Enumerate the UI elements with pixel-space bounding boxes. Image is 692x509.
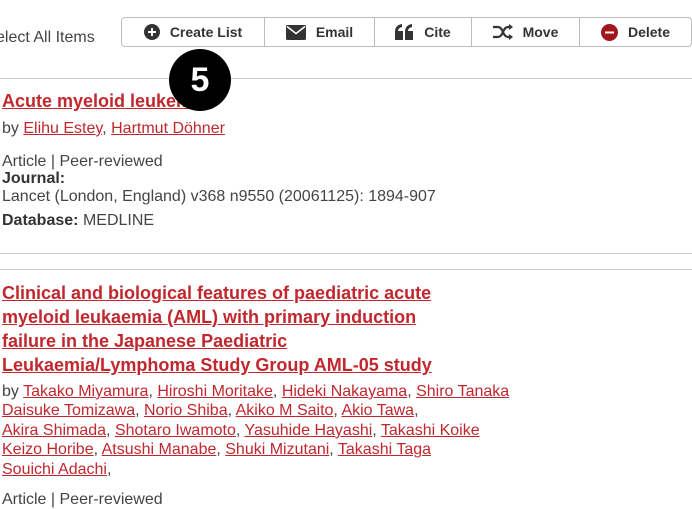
create-list-button[interactable]: Create List [122,18,264,46]
select-all-label[interactable]: elect All Items [0,29,95,47]
cite-button[interactable]: Cite [374,18,471,46]
author-link[interactable]: Keizo Horibe [2,441,94,458]
author-link[interactable]: Takashi Taga [338,441,431,458]
author-link[interactable]: Hiroshi Moritake [157,383,273,400]
author-link[interactable]: Hartmut Döhner [111,120,225,137]
journal-value: Lancet (London, England) v368 n9550 (200… [2,188,436,205]
journal-label: Journal: [2,170,66,187]
plus-circle-icon [143,24,160,40]
author-link[interactable]: Elihu Estey [23,120,102,137]
minus-circle-icon [600,23,618,41]
step-badge: 5 [169,49,231,111]
author-link[interactable]: Shiro Tanaka [416,383,509,400]
move-label: Move [522,24,559,40]
item-type: Article | Peer-reviewed [2,491,163,508]
by-label: by [2,383,19,400]
quote-icon [395,24,414,40]
author-link[interactable]: Souichi Adachi [2,461,107,478]
author-link[interactable]: Takashi Koike [381,422,480,439]
move-button[interactable]: Move [471,18,579,46]
item-type: Article | Peer-reviewed [2,153,163,170]
author-link[interactable]: Daisuke Tomizawa [2,402,135,419]
database-value: MEDLINE [82,212,155,229]
result-divider [0,253,692,254]
author-list: by Elihu Estey, Hartmut Döhner [2,120,225,137]
database-info: Database: MEDLINE [2,212,154,230]
author-link[interactable]: Akio Tawa [341,402,414,419]
author-link[interactable]: Yasuhide Hayashi [245,422,373,439]
delete-button[interactable]: Delete [579,18,691,46]
by-label: by [2,120,19,137]
author-link[interactable]: Shotaro Iwamoto [115,422,236,439]
delete-label: Delete [627,24,671,40]
create-list-label: Create List [169,24,243,40]
action-toolbar: Create List Email Cite Move Delete [121,17,692,47]
author-list: by Takako Miyamura, Hiroshi Moritake, Hi… [2,383,510,478]
toolbar-divider [0,78,692,79]
result-divider [0,269,692,270]
envelope-icon [285,24,306,40]
email-button[interactable]: Email [264,18,374,46]
author-link[interactable]: Akiko M Saito [236,402,334,419]
database-label: Database: [2,212,79,229]
author-link[interactable]: Atsushi Manabe [102,441,217,458]
shuffle-icon [492,24,513,40]
author-link[interactable]: Shuki Mizutani [225,441,329,458]
cite-label: Cite [424,24,451,40]
email-label: Email [315,24,354,40]
author-link[interactable]: Hideki Nakayama [282,383,407,400]
author-link[interactable]: Takako Miyamura [23,383,148,400]
result-title-link[interactable]: Clinical and biological features of paed… [2,281,432,377]
author-link[interactable]: Akira Shimada [2,422,106,439]
author-link[interactable]: Norio Shiba [144,402,228,419]
